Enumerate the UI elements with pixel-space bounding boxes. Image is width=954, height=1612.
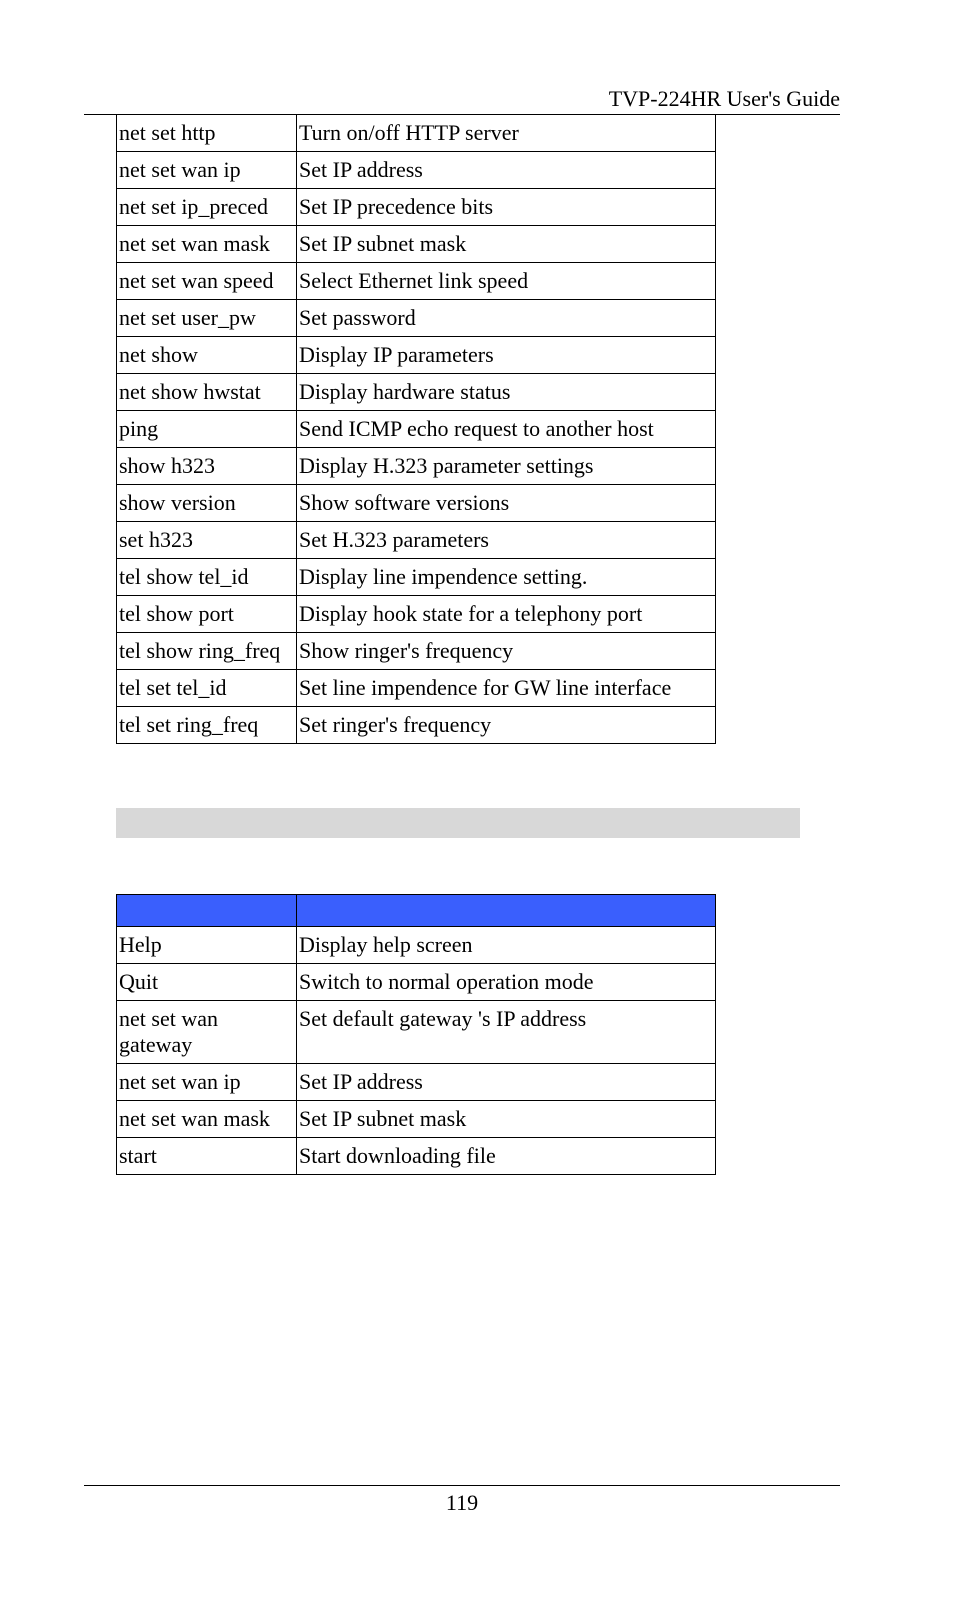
cmd-cell: tel set ring_freq <box>117 707 297 744</box>
table-row: net show hwstat Display hardware status <box>117 374 716 411</box>
table-row: Help Display help screen <box>117 927 716 964</box>
cmd-cell: tel show ring_freq <box>117 633 297 670</box>
cmd-cell: show version <box>117 485 297 522</box>
page-header: TVP-224HR User's Guide <box>84 86 840 115</box>
page-number: 119 <box>84 1486 840 1516</box>
table-row: start Start downloading file <box>117 1138 716 1175</box>
table-row: show h323 Display H.323 parameter settin… <box>117 448 716 485</box>
table-row: net set wan speed Select Ethernet link s… <box>117 263 716 300</box>
cmd-cell: Help <box>117 927 297 964</box>
cmd-cell: net set user_pw <box>117 300 297 337</box>
desc-cell: Set line impendence for GW line interfac… <box>297 670 716 707</box>
desc-cell: Set IP precedence bits <box>297 189 716 226</box>
cmd-cell: net set wan ip <box>117 152 297 189</box>
desc-cell: Set ringer's frequency <box>297 707 716 744</box>
command-table-2-wrap: Help Display help screen Quit Switch to … <box>116 894 800 1175</box>
desc-cell: Set H.323 parameters <box>297 522 716 559</box>
cmd-cell: show h323 <box>117 448 297 485</box>
page: TVP-224HR User's Guide net set http Turn… <box>0 0 954 1612</box>
cmd-cell: ping <box>117 411 297 448</box>
cmd-cell: start <box>117 1138 297 1175</box>
table-row: net set wan mask Set IP subnet mask <box>117 226 716 263</box>
desc-cell: Display IP parameters <box>297 337 716 374</box>
cmd-cell: set h323 <box>117 522 297 559</box>
cmd-cell: net show hwstat <box>117 374 297 411</box>
desc-cell: Display line impendence setting. <box>297 559 716 596</box>
table-row: show version Show software versions <box>117 485 716 522</box>
table-row: ping Send ICMP echo request to another h… <box>117 411 716 448</box>
command-table-2: Help Display help screen Quit Switch to … <box>116 894 716 1175</box>
cmd-cell: net set wan mask <box>117 1101 297 1138</box>
table-row: tel show ring_freq Show ringer's frequen… <box>117 633 716 670</box>
table-row: net set ip_preced Set IP precedence bits <box>117 189 716 226</box>
cmd-cell: Quit <box>117 964 297 1001</box>
section-divider-bar <box>116 808 800 838</box>
desc-cell: Display hook state for a telephony port <box>297 596 716 633</box>
table-row: tel show port Display hook state for a t… <box>117 596 716 633</box>
desc-cell: Set default gateway 's IP address <box>297 1001 716 1064</box>
cmd-cell: net set wan gateway <box>117 1001 297 1064</box>
table-row: net set wan mask Set IP subnet mask <box>117 1101 716 1138</box>
cmd-cell: net set wan speed <box>117 263 297 300</box>
table-row: net set wan ip Set IP address <box>117 152 716 189</box>
table-row: net show Display IP parameters <box>117 337 716 374</box>
page-footer: 119 <box>84 1485 840 1516</box>
desc-cell: Send ICMP echo request to another host <box>297 411 716 448</box>
table-row: net set wan ip Set IP address <box>117 1064 716 1101</box>
desc-cell: Set IP address <box>297 1064 716 1101</box>
desc-cell: Show ringer's frequency <box>297 633 716 670</box>
desc-cell: Display H.323 parameter settings <box>297 448 716 485</box>
desc-cell: Show software versions <box>297 485 716 522</box>
desc-cell: Select Ethernet link speed <box>297 263 716 300</box>
table-row: tel set ring_freq Set ringer's frequency <box>117 707 716 744</box>
desc-cell: Set password <box>297 300 716 337</box>
desc-cell: Set IP subnet mask <box>297 226 716 263</box>
cmd-cell: tel show tel_id <box>117 559 297 596</box>
table-row: Quit Switch to normal operation mode <box>117 964 716 1001</box>
cmd-cell: net show <box>117 337 297 374</box>
table-row: net set user_pw Set password <box>117 300 716 337</box>
table-row: set h323 Set H.323 parameters <box>117 522 716 559</box>
header-cell-desc <box>297 895 716 927</box>
table-header-row <box>117 895 716 927</box>
cmd-cell: net set wan ip <box>117 1064 297 1101</box>
desc-cell: Display help screen <box>297 927 716 964</box>
desc-cell: Display hardware status <box>297 374 716 411</box>
command-table-1: net set http Turn on/off HTTP server net… <box>116 115 716 744</box>
header-cell-cmd <box>117 895 297 927</box>
desc-cell: Set IP subnet mask <box>297 1101 716 1138</box>
table-row: tel show tel_id Display line impendence … <box>117 559 716 596</box>
cmd-cell: tel show port <box>117 596 297 633</box>
desc-cell: Start downloading file <box>297 1138 716 1175</box>
desc-cell: Set IP address <box>297 152 716 189</box>
cmd-cell: net set http <box>117 115 297 152</box>
cmd-cell: tel set tel_id <box>117 670 297 707</box>
table-row: net set wan gateway Set default gateway … <box>117 1001 716 1064</box>
desc-cell: Turn on/off HTTP server <box>297 115 716 152</box>
cmd-cell: net set wan mask <box>117 226 297 263</box>
table-row: tel set tel_id Set line impendence for G… <box>117 670 716 707</box>
desc-cell: Switch to normal operation mode <box>297 964 716 1001</box>
table-row: net set http Turn on/off HTTP server <box>117 115 716 152</box>
header-title: TVP-224HR User's Guide <box>84 86 840 112</box>
cmd-cell: net set ip_preced <box>117 189 297 226</box>
command-table-1-wrap: net set http Turn on/off HTTP server net… <box>116 115 800 744</box>
